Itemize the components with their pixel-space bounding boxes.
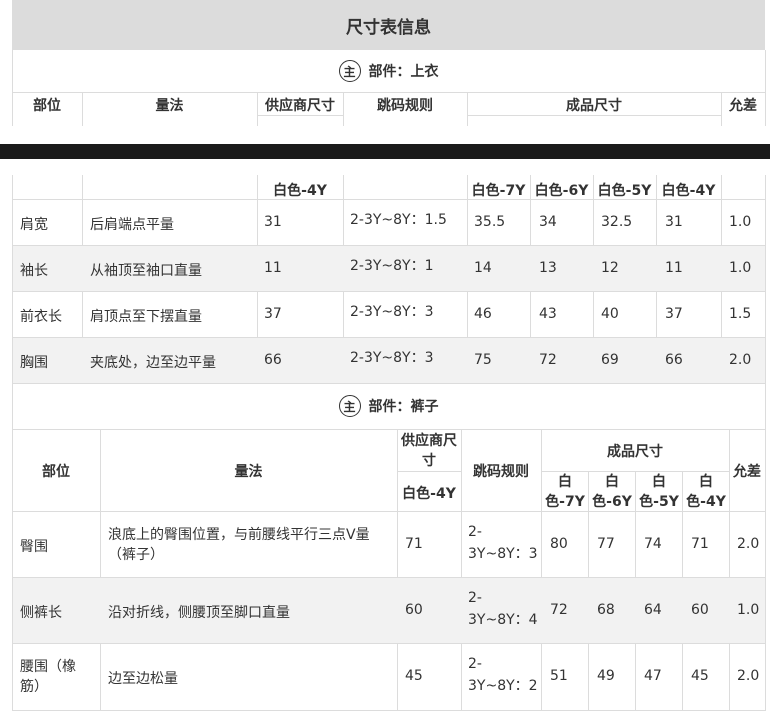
table-row-size: 31	[665, 214, 683, 230]
page-title: 尺寸表信息	[12, 0, 765, 50]
supplier-size-label: 白色-4Y	[402, 486, 456, 502]
table-row-size: 69	[601, 352, 619, 368]
table-row-rule: 2-3Y~8Y：3	[468, 524, 538, 562]
section-header-top: 主 部件：上衣	[12, 50, 765, 92]
header-method: 量法	[155, 98, 184, 114]
header-part: 部位	[33, 98, 61, 114]
supplier-size-label: 白色-4Y	[273, 183, 327, 199]
table-row-size: 47	[644, 668, 662, 684]
table-row-rule: 2-3Y~8Y：4	[468, 590, 538, 628]
section-header-bottom: 主 部件：裤子	[12, 385, 765, 427]
size-col-7y: 白色-7Y	[545, 474, 585, 510]
table-row-part: 前衣长	[20, 309, 62, 325]
table-row-size: 80	[550, 536, 568, 552]
table-row-size: 35.5	[474, 214, 506, 230]
table-row-size: 34	[539, 214, 557, 230]
size-col-7y: 白色-7Y	[471, 183, 526, 199]
table-row-size: 72	[539, 352, 557, 368]
divider	[765, 50, 766, 126]
size-col-6y: 白色-6Y	[534, 183, 589, 199]
table-row-method: 边至边松量	[108, 671, 178, 687]
table-row-size: 68	[597, 602, 615, 618]
divider	[12, 92, 765, 93]
table-row-size: 45	[691, 668, 709, 684]
table-row-rule: 2-3Y~8Y：1	[350, 258, 434, 274]
header-supplier-size: 供应商尺寸	[401, 433, 457, 469]
table-row-part: 腰围（橡筋）	[20, 659, 76, 695]
table-row-tolerance: 1.0	[737, 602, 760, 618]
table-row-tolerance: 1.0	[729, 260, 752, 276]
table-row-size: 66	[665, 352, 683, 368]
table-row-tolerance: 1.5	[729, 306, 752, 322]
table-row-part: 袖长	[20, 263, 48, 279]
table-row-tolerance: 2.0	[737, 668, 760, 684]
table-row-supplier: 11	[264, 260, 282, 276]
header-tolerance: 允差	[729, 98, 757, 114]
table-row-size: 75	[474, 352, 492, 368]
table-row-size: 60	[691, 602, 709, 618]
size-col-4y: 白色-4Y	[686, 474, 726, 510]
table-row-size: 46	[474, 306, 492, 322]
table-row-method: 夹底处，边至边平量	[90, 355, 216, 371]
table-row-tolerance: 2.0	[729, 352, 752, 368]
main-badge-icon: 主	[338, 60, 361, 82]
table-row-rule: 2-3Y~8Y：1.5	[350, 212, 447, 228]
table-row-size: 74	[644, 536, 662, 552]
table-row-size: 51	[550, 668, 568, 684]
size-col-4y: 白色-4Y	[661, 183, 716, 199]
table-row-size: 43	[539, 306, 557, 322]
table-row-rule: 2-3Y~8Y：3	[350, 350, 434, 366]
header-tolerance: 允差	[733, 464, 761, 480]
table-row-supplier: 71	[405, 536, 423, 552]
table-row-rule: 2-3Y~8Y：2	[468, 656, 538, 694]
table-row-part: 臀围	[20, 539, 48, 555]
table-row-method: 肩顶点至下摆直量	[90, 309, 202, 325]
table-row-supplier: 37	[264, 306, 282, 322]
table-row-supplier: 31	[264, 214, 282, 230]
header-finished-size: 成品尺寸	[607, 444, 663, 460]
table-row-method: 后肩端点平量	[90, 217, 174, 233]
table-row-size: 64	[644, 602, 662, 618]
header-supplier-size: 供应商尺寸	[265, 98, 335, 114]
table-row-method: 浪底上的臀围位置，与前腰线平行三点V量（裤子）	[108, 527, 370, 563]
table-row-supplier: 45	[405, 668, 423, 684]
table-row-size: 13	[539, 260, 557, 276]
header-rule: 跳码规则	[473, 464, 529, 480]
table-row-size: 71	[691, 536, 709, 552]
header-rule: 跳码规则	[377, 98, 433, 114]
table-row-size: 12	[601, 260, 619, 276]
separator-bar	[0, 144, 770, 159]
table-row-size: 32.5	[601, 214, 633, 230]
size-col-5y: 白色-5Y	[597, 183, 652, 199]
table-row-size: 77	[597, 536, 615, 552]
size-col-6y: 白色-6Y	[592, 474, 632, 510]
header-method: 量法	[234, 464, 263, 480]
header-finished-size: 成品尺寸	[566, 98, 622, 114]
table-row-size: 11	[665, 260, 683, 276]
table-row-supplier: 60	[405, 602, 423, 618]
header-part: 部位	[42, 464, 70, 480]
table-row-part: 胸围	[20, 355, 48, 371]
table-row-size: 37	[665, 306, 683, 322]
table-row-method: 从袖顶至袖口直量	[90, 263, 202, 279]
table-row-rule: 2-3Y~8Y：3	[350, 304, 434, 320]
size-col-5y: 白色-5Y	[639, 474, 679, 510]
table-row-method: 沿对折线，侧腰顶至脚口直量	[108, 605, 290, 621]
table-row-tolerance: 2.0	[737, 536, 760, 552]
table-row-part: 肩宽	[20, 217, 48, 233]
table-row-supplier: 66	[264, 352, 282, 368]
table-row-part: 侧裤长	[20, 605, 62, 621]
section-label: 部件：上衣	[368, 64, 439, 80]
table-row-size: 14	[474, 260, 492, 276]
table-row-tolerance: 1.0	[729, 214, 752, 230]
table-row-size: 72	[550, 602, 568, 618]
main-badge-icon: 主	[338, 395, 361, 417]
table-row-size: 49	[597, 668, 615, 684]
section-label: 部件：裤子	[368, 399, 439, 415]
table-row-size: 40	[601, 306, 619, 322]
